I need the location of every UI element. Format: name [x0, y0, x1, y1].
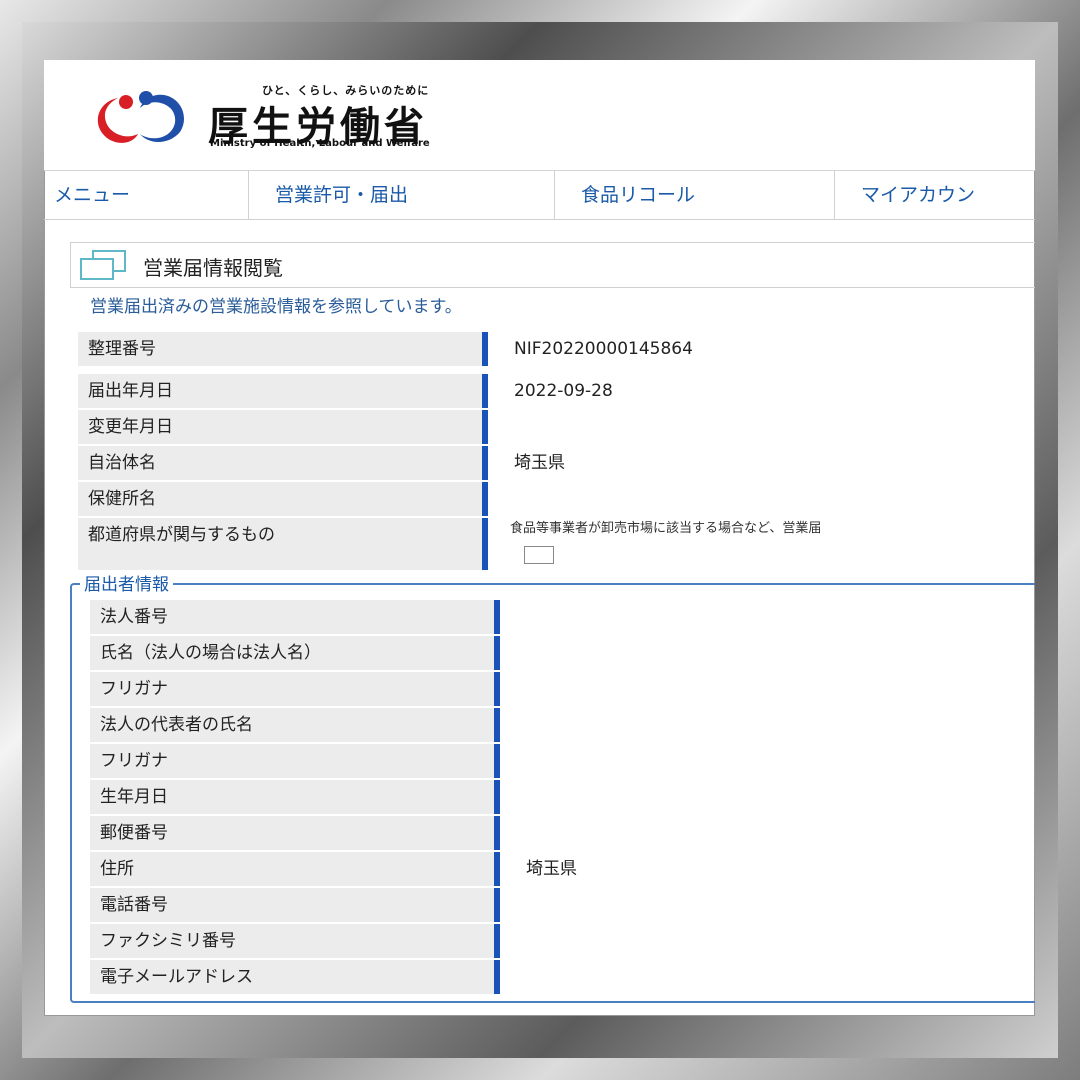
- field-row: 届出年月日 2022-09-28: [78, 374, 613, 408]
- prefecture-row: 都道府県が関与するもの 食品等事業者が卸売市場に該当する場合など、営業届: [78, 518, 821, 570]
- field-label: 保健所名: [78, 482, 488, 516]
- field-value: 2022-09-28: [514, 381, 613, 401]
- field-row: 郵便番号: [90, 816, 526, 850]
- field-label: 自治体名: [78, 446, 488, 480]
- field-row: 住所 埼玉県: [90, 852, 577, 886]
- field-label: 氏名（法人の場合は法人名）: [90, 636, 500, 670]
- field-row: 法人番号: [90, 600, 526, 634]
- group-legend: 届出者情報: [80, 570, 173, 595]
- field-value: [500, 672, 526, 706]
- field-value: [500, 636, 526, 670]
- field-value: [500, 816, 526, 850]
- field-label: フリガナ: [90, 744, 500, 778]
- field-label: 届出年月日: [78, 374, 488, 408]
- screenshot-area: ひと、くらし、みらいのために 厚生労働省 Ministry of Health,…: [44, 60, 1035, 1016]
- field-row: ファクシミリ番号: [90, 924, 526, 958]
- field-value: [488, 482, 514, 516]
- field-value: [500, 600, 526, 634]
- site-header: ひと、くらし、みらいのために 厚生労働省 Ministry of Health,…: [44, 60, 1035, 171]
- nav-item-recall[interactable]: 食品リコール: [555, 171, 835, 219]
- field-label: フリガナ: [90, 672, 500, 706]
- field-row: 保健所名: [78, 482, 514, 516]
- field-label: ファクシミリ番号: [90, 924, 500, 958]
- nav-item-account[interactable]: マイアカウン: [835, 171, 1035, 219]
- prefecture-value: 食品等事業者が卸売市場に該当する場合など、営業届: [488, 518, 821, 570]
- ministry-logo-icon: [97, 91, 184, 143]
- page-title: 営業届情報閲覧: [143, 256, 283, 280]
- nav-item-menu[interactable]: メニュー: [44, 171, 249, 219]
- field-value: [500, 780, 526, 814]
- field-row: 電子メールアドレス: [90, 960, 526, 994]
- prefecture-checkbox[interactable]: [524, 546, 554, 564]
- field-row: 氏名（法人の場合は法人名）: [90, 636, 526, 670]
- field-row: 整理番号 NIF20220000145864: [78, 332, 693, 366]
- field-row: 生年月日: [90, 780, 526, 814]
- field-value: [500, 924, 526, 958]
- field-label: 都道府県が関与するもの: [78, 518, 488, 570]
- field-label: 住所: [90, 852, 500, 886]
- field-value: [500, 960, 526, 994]
- field-value: [500, 708, 526, 742]
- field-value: 埼玉県: [526, 859, 577, 879]
- section-header: 営業届情報閲覧: [70, 242, 1035, 288]
- main-nav: メニュー 営業許可・届出 食品リコール マイアカウン: [44, 171, 1035, 220]
- field-label: 電子メールアドレス: [90, 960, 500, 994]
- field-label: 法人の代表者の氏名: [90, 708, 500, 742]
- field-value: 埼玉県: [514, 453, 565, 473]
- nav-item-license[interactable]: 営業許可・届出: [249, 171, 555, 219]
- field-value: [500, 744, 526, 778]
- field-row: 法人の代表者の氏名: [90, 708, 526, 742]
- field-label: 整理番号: [78, 332, 488, 366]
- field-value: NIF20220000145864: [514, 339, 693, 359]
- field-row: 自治体名 埼玉県: [78, 446, 565, 480]
- window-icon: [80, 250, 126, 280]
- field-label: 法人番号: [90, 600, 500, 634]
- field-row: フリガナ: [90, 672, 526, 706]
- prefecture-note: 食品等事業者が卸売市場に該当する場合など、営業届: [510, 521, 822, 536]
- field-label: 変更年月日: [78, 410, 488, 444]
- page-description: 営業届出済みの営業施設情報を参照しています。: [90, 297, 462, 317]
- field-label: 生年月日: [90, 780, 500, 814]
- ministry-name-en: Ministry of Health, Labour and Welfare: [210, 138, 430, 149]
- field-row: 変更年月日: [78, 410, 514, 444]
- field-row: フリガナ: [90, 744, 526, 778]
- field-label: 郵便番号: [90, 816, 500, 850]
- field-row: 電話番号: [90, 888, 526, 922]
- field-value: [500, 888, 526, 922]
- field-label: 電話番号: [90, 888, 500, 922]
- field-value: [488, 410, 514, 444]
